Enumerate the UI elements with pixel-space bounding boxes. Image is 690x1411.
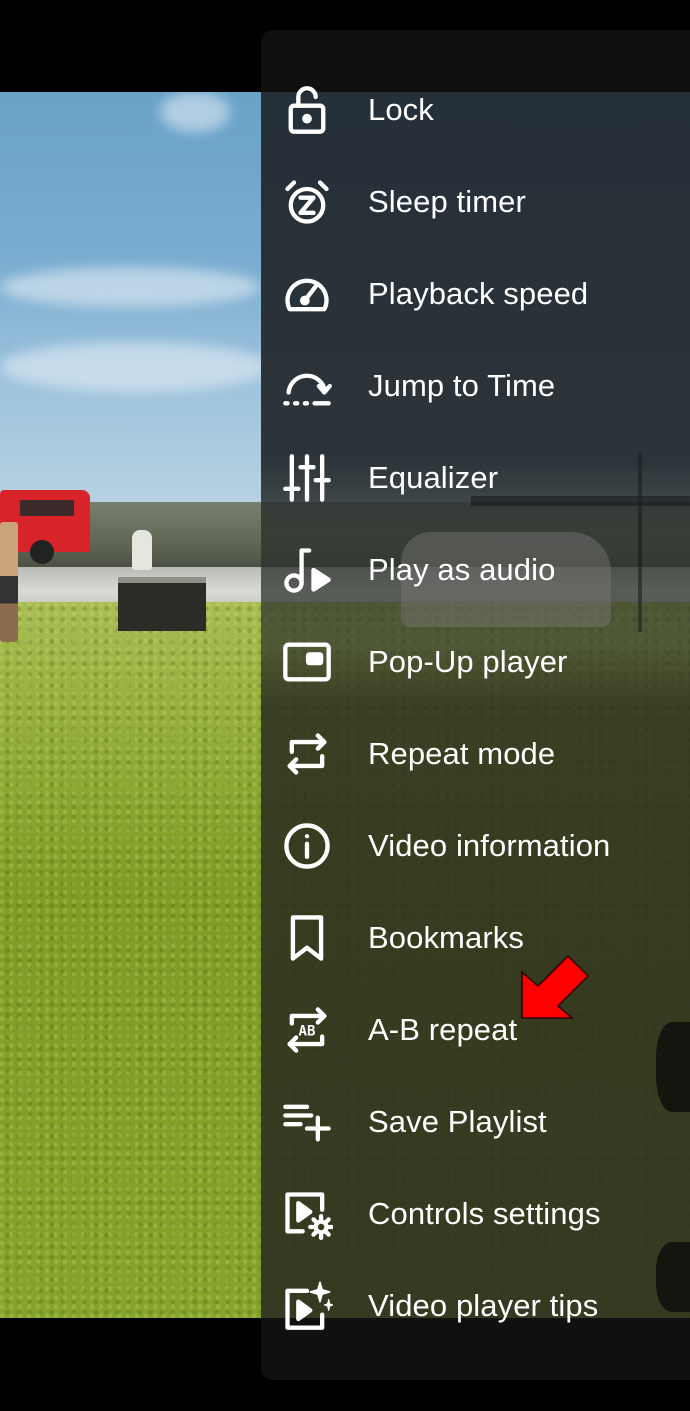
menu-item-popup-player[interactable]: Pop-Up player (261, 616, 690, 708)
jump-to-time-icon (279, 358, 335, 414)
cloud (160, 92, 230, 132)
menu-item-sleep-timer[interactable]: Sleep timer (261, 156, 690, 248)
ab-repeat-icon: AB (279, 1002, 335, 1058)
video-person (132, 530, 152, 570)
lock-open-icon (279, 82, 335, 138)
video-person (0, 522, 18, 642)
cloud (0, 342, 270, 392)
menu-item-label: Save Playlist (368, 1104, 547, 1139)
menu-item-label: Bookmarks (368, 920, 524, 955)
menu-item-label: Sleep timer (368, 184, 526, 219)
menu-item-bookmarks[interactable]: Bookmarks (261, 892, 690, 984)
menu-item-controls-settings[interactable]: Controls settings (261, 1168, 690, 1260)
menu-item-playback-speed[interactable]: Playback speed (261, 248, 690, 340)
more-options-panel: Lock Sleep timer Playback speed Jump to … (261, 30, 690, 1380)
video-cart (118, 577, 206, 631)
equalizer-icon (279, 450, 335, 506)
svg-text:AB: AB (299, 1023, 316, 1039)
cloud (0, 267, 260, 307)
repeat-icon (279, 726, 335, 782)
music-play-icon (279, 542, 335, 598)
picture-in-picture-icon (279, 634, 335, 690)
info-icon (279, 818, 335, 874)
menu-item-video-information[interactable]: Video information (261, 800, 690, 892)
menu-item-jump-to-time[interactable]: Jump to Time (261, 340, 690, 432)
menu-item-label: Controls settings (368, 1196, 601, 1231)
sleep-timer-icon (279, 174, 335, 230)
speedometer-icon (279, 266, 335, 322)
video-sparkle-icon (279, 1278, 335, 1334)
menu-item-equalizer[interactable]: Equalizer (261, 432, 690, 524)
menu-item-label: Lock (368, 92, 434, 127)
menu-item-label: Pop-Up player (368, 644, 568, 679)
menu-item-label: A-B repeat (368, 1012, 518, 1047)
menu-item-ab-repeat[interactable]: AB A-B repeat (261, 984, 690, 1076)
menu-item-label: Repeat mode (368, 736, 556, 771)
menu-item-save-playlist[interactable]: Save Playlist (261, 1076, 690, 1168)
menu-item-label: Equalizer (368, 460, 499, 495)
menu-item-play-as-audio[interactable]: Play as audio (261, 524, 690, 616)
menu-item-label: Video player tips (368, 1288, 599, 1323)
playlist-add-icon (279, 1094, 335, 1150)
menu-item-label: Video information (368, 828, 611, 863)
menu-item-repeat-mode[interactable]: Repeat mode (261, 708, 690, 800)
menu-item-video-player-tips[interactable]: Video player tips (261, 1260, 690, 1352)
menu-item-label: Playback speed (368, 276, 589, 311)
menu-item-label: Jump to Time (368, 368, 556, 403)
menu-item-lock[interactable]: Lock (261, 64, 690, 156)
menu-item-label: Play as audio (368, 552, 556, 587)
video-settings-icon (279, 1186, 335, 1242)
annotation-arrow-icon (521, 954, 590, 1019)
bookmark-icon (279, 910, 335, 966)
